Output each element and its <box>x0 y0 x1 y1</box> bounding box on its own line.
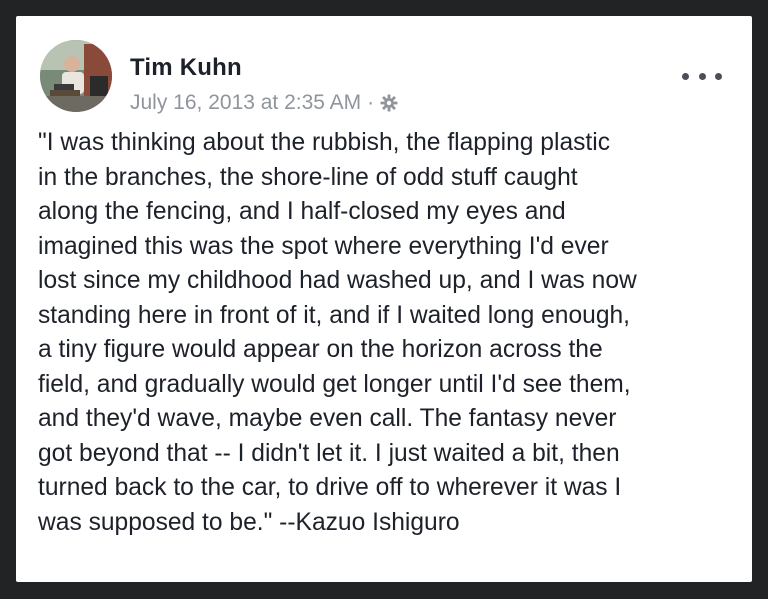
author-name[interactable]: Tim Kuhn <box>130 54 242 82</box>
post-header: Tim Kuhn July 16, 2013 at 2:35 AM · <box>40 32 730 114</box>
meta-separator: · <box>367 91 375 114</box>
post-card: Tim Kuhn July 16, 2013 at 2:35 AM · "I w… <box>16 16 752 582</box>
avatar-photo <box>40 40 112 112</box>
more-options-icon[interactable] <box>682 64 722 88</box>
post-text: "I was thinking about the rubbish, the f… <box>38 129 637 536</box>
gear-icon[interactable] <box>380 94 398 112</box>
more-dot <box>682 72 689 80</box>
post-meta: July 16, 2013 at 2:35 AM · <box>130 91 398 115</box>
more-dot <box>715 72 722 80</box>
more-dot <box>698 72 706 80</box>
avatar[interactable] <box>40 40 112 112</box>
post-timestamp[interactable]: July 16, 2013 at 2:35 AM <box>130 91 361 115</box>
